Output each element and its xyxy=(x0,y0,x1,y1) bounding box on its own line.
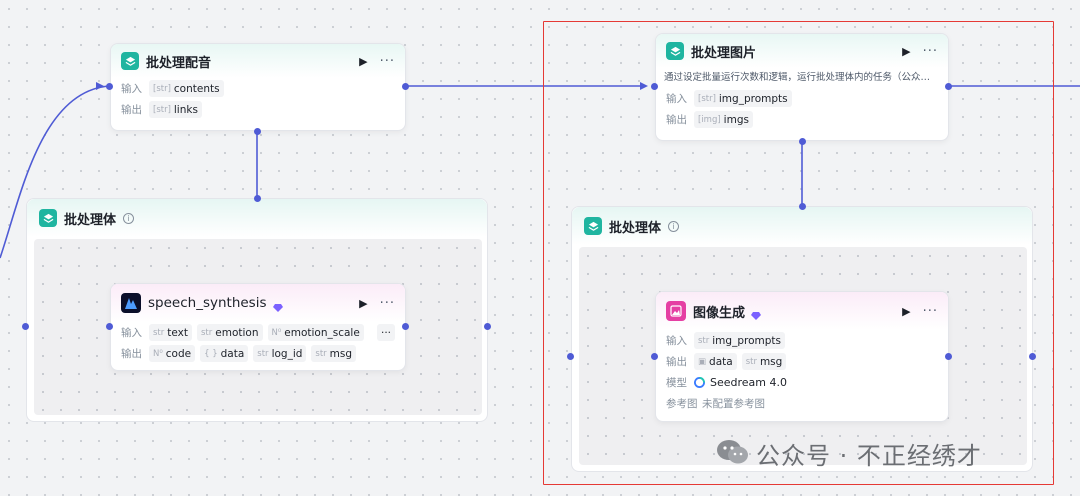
output-port[interactable] xyxy=(484,323,491,330)
type-label: N⁰ xyxy=(271,327,282,338)
type-label: N⁰ xyxy=(153,348,163,359)
input-label: 输入 xyxy=(121,327,142,339)
param-name: emotion xyxy=(215,326,259,339)
type-label: [str] xyxy=(153,83,171,94)
param-tag: str msg xyxy=(311,345,357,362)
type-label: str xyxy=(257,348,269,359)
param-name: links xyxy=(173,103,198,116)
highlight-box xyxy=(543,21,1054,485)
param-name: log_id xyxy=(271,347,303,360)
speech-synthesis-icon xyxy=(121,293,141,313)
input-port[interactable] xyxy=(106,323,113,330)
output-label: 输出 xyxy=(121,348,142,360)
param-tag: [str] contents xyxy=(149,80,224,97)
param-tag: { } data xyxy=(200,345,249,362)
param-tag: str text xyxy=(149,324,192,341)
type-label: { } xyxy=(204,348,218,359)
node-title: 批处理配音 xyxy=(146,55,212,71)
output-row: 输出 [str] links xyxy=(111,99,405,120)
more-icon[interactable]: ··· xyxy=(380,54,395,69)
watermark-text: 公众号 · 不正经绣才 xyxy=(756,442,982,470)
batch-body-title: 批处理体 xyxy=(64,212,117,228)
info-icon[interactable]: i xyxy=(123,212,135,224)
input-row: 输入 [str] contents xyxy=(111,78,405,99)
input-port[interactable] xyxy=(254,195,261,202)
param-name: msg xyxy=(329,347,353,360)
layers-icon xyxy=(39,209,57,227)
wechat-icon xyxy=(716,438,750,470)
premium-diamond-icon xyxy=(272,298,283,312)
param-tag: str emotion xyxy=(197,324,263,341)
param-name: code xyxy=(165,347,192,360)
node-header: speech_synthesis ▶ ··· xyxy=(111,284,405,322)
node-header: 批处理配音 ▶ ··· xyxy=(111,44,405,78)
output-port[interactable] xyxy=(402,323,409,330)
param-name: data xyxy=(220,347,245,360)
type-label: [str] xyxy=(153,104,171,115)
speech-synthesis-node[interactable]: speech_synthesis ▶ ··· 输入 str text str emo… xyxy=(110,283,406,371)
output-label: 输出 xyxy=(121,104,142,116)
param-tag: str log_id xyxy=(253,345,307,362)
layers-icon xyxy=(121,52,139,70)
output-port[interactable] xyxy=(402,83,409,90)
output-row: 输出 N⁰ code { } data str log_id str msg xyxy=(111,343,405,364)
param-tag: N⁰ code xyxy=(149,345,196,362)
node-title: speech_synthesis xyxy=(148,295,267,311)
input-label: 输入 xyxy=(121,83,142,95)
play-icon[interactable]: ▶ xyxy=(359,297,367,310)
param-name: text xyxy=(167,326,188,339)
batch-body-header: 批处理体 i xyxy=(27,199,487,237)
watermark: 公众号 · 不正经绣才 xyxy=(716,436,982,471)
param-tag: N⁰ emotion_scale xyxy=(267,324,364,341)
param-name: emotion_scale xyxy=(284,326,360,339)
batch-dub-node[interactable]: 批处理配音 ▶ ··· 输入 [str] contents 输出 [str] lin… xyxy=(110,43,406,131)
more-icon[interactable]: ··· xyxy=(380,296,395,311)
overflow-more-button[interactable]: ··· xyxy=(376,324,395,341)
input-row: 输入 str text str emotion N⁰ emotion_scale ··… xyxy=(111,322,405,343)
input-port[interactable] xyxy=(22,323,29,330)
type-label: str xyxy=(201,327,213,338)
type-label: str xyxy=(315,348,327,359)
output-port[interactable] xyxy=(254,128,261,135)
param-tag: [str] links xyxy=(149,101,202,118)
param-name: contents xyxy=(173,82,220,95)
type-label: str xyxy=(153,327,165,338)
input-port[interactable] xyxy=(106,83,113,90)
play-icon[interactable]: ▶ xyxy=(359,55,367,68)
